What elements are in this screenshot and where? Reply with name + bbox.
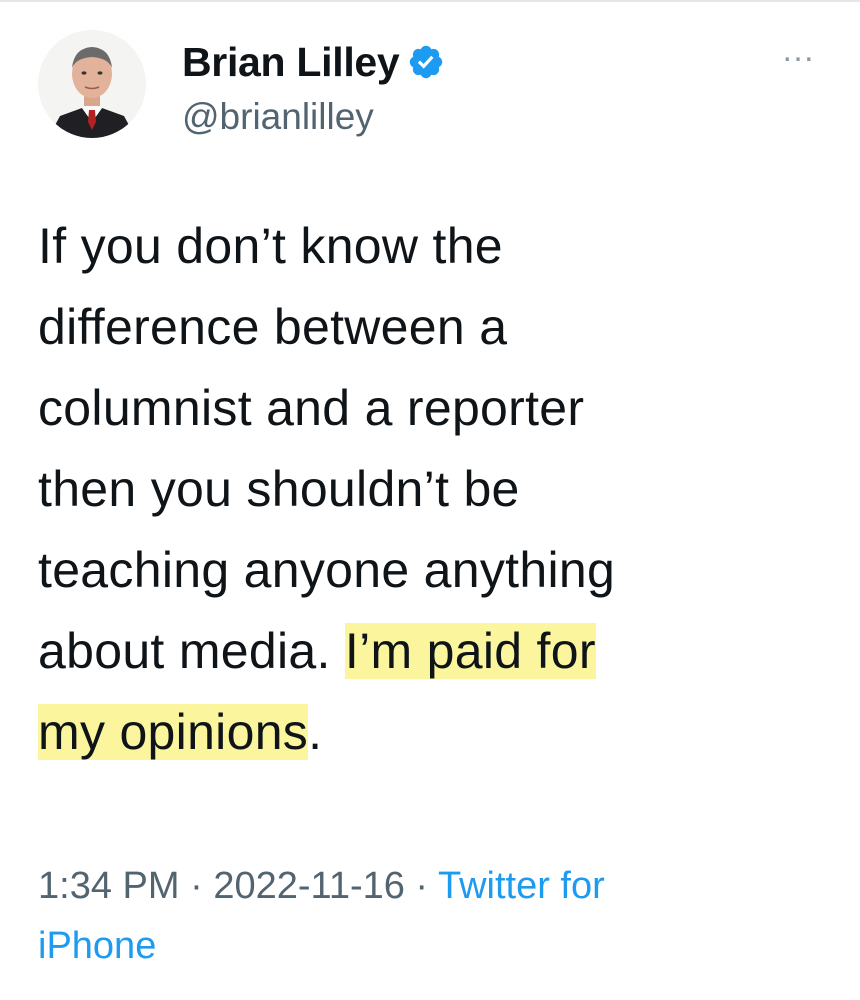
verified-badge-icon [407,43,445,81]
meta-separator: · [179,865,214,907]
tweet-line: columnist and a reporter [38,380,585,436]
author-name[interactable]: Brian Lilley [182,39,400,86]
tweet-line: teaching anyone anything [38,542,616,598]
avatar[interactable] [38,30,146,138]
author-handle[interactable]: @brianlilley [182,96,445,138]
profile-photo-icon [38,30,146,138]
name-row: Brian Lilley [182,34,445,90]
top-divider [0,0,860,2]
author-info: Brian Lilley @brianlilley [182,34,445,138]
tweet-metadata: 1:34 PM · 2022-11-16 · Twitter for iPhone [38,856,828,976]
tweet-text-plain: . [308,704,323,760]
tweet-date[interactable]: 2022-11-16 [213,865,405,907]
tweet-time[interactable]: 1:34 PM [38,865,180,907]
tweet-line: then you shouldn’t be [38,461,520,517]
more-options-icon[interactable]: … [781,33,816,67]
highlighted-text: my opinions [38,704,309,760]
tweet-line: If you don’t know the [38,218,503,274]
tweet-line-6: about media. I’m paid for [38,611,828,692]
tweet-text-plain: about media. [38,623,345,679]
highlighted-text: I’m paid for [344,623,596,679]
meta-separator: · [404,865,438,907]
tweet-text: If you don’t know the difference between… [38,206,828,773]
tweet-line-7: my opinions. [38,692,828,773]
tweet-source-link[interactable]: Twitter for [438,865,605,907]
tweet-line: difference between a [38,299,508,355]
tweet-header: Brian Lilley @brianlilley … [30,22,830,152]
tweet-source-link[interactable]: iPhone [38,925,156,967]
